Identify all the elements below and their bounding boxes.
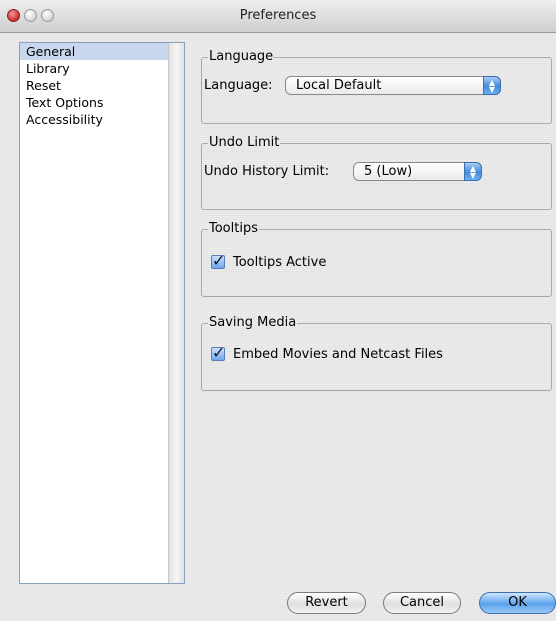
language-group-title: Language: [208, 49, 275, 65]
language-select-value: Local Default: [296, 78, 382, 93]
sidebar-item-text-options[interactable]: Text Options: [20, 94, 168, 111]
updown-arrows-icon: ▲ ▼: [483, 76, 501, 95]
sidebar-scrollbar[interactable]: [168, 43, 184, 583]
undo-limit-group-title: Undo Limit: [208, 135, 281, 151]
tooltips-active-label[interactable]: Tooltips Active: [233, 254, 326, 272]
sidebar-item-reset[interactable]: Reset: [20, 77, 168, 94]
revert-button[interactable]: Revert: [287, 592, 366, 614]
window-title: Preferences: [239, 8, 317, 23]
saving-media-group-title: Saving Media: [208, 315, 298, 331]
undo-history-select-value: 5 (Low): [364, 164, 413, 179]
tooltips-group-title: Tooltips: [208, 221, 259, 237]
language-select[interactable]: Local Default ▲ ▼: [285, 76, 501, 95]
preferences-category-list: General Library Reset Text Options Acces…: [19, 42, 185, 584]
cancel-button[interactable]: Cancel: [383, 592, 461, 614]
preferences-window: Preferences General Library Reset Text O…: [0, 0, 556, 621]
sidebar-item-general[interactable]: General: [20, 43, 168, 60]
checkmark-icon: ✓: [212, 251, 226, 270]
embed-media-label[interactable]: Embed Movies and Netcast Files: [233, 346, 443, 364]
updown-arrows-icon: ▲ ▼: [464, 162, 482, 181]
undo-history-select[interactable]: 5 (Low) ▲ ▼: [353, 162, 482, 181]
sidebar-item-library[interactable]: Library: [20, 60, 168, 77]
embed-media-checkbox[interactable]: ✓: [211, 343, 225, 362]
ok-button[interactable]: OK: [479, 592, 556, 614]
tooltips-active-checkbox[interactable]: ✓: [211, 251, 225, 270]
undo-history-label: Undo History Limit:: [204, 164, 330, 179]
title-bar[interactable]: Preferences: [0, 0, 556, 33]
language-label: Language:: [204, 78, 273, 93]
sidebar-item-accessibility[interactable]: Accessibility: [20, 111, 168, 128]
checkmark-icon: ✓: [212, 343, 226, 362]
